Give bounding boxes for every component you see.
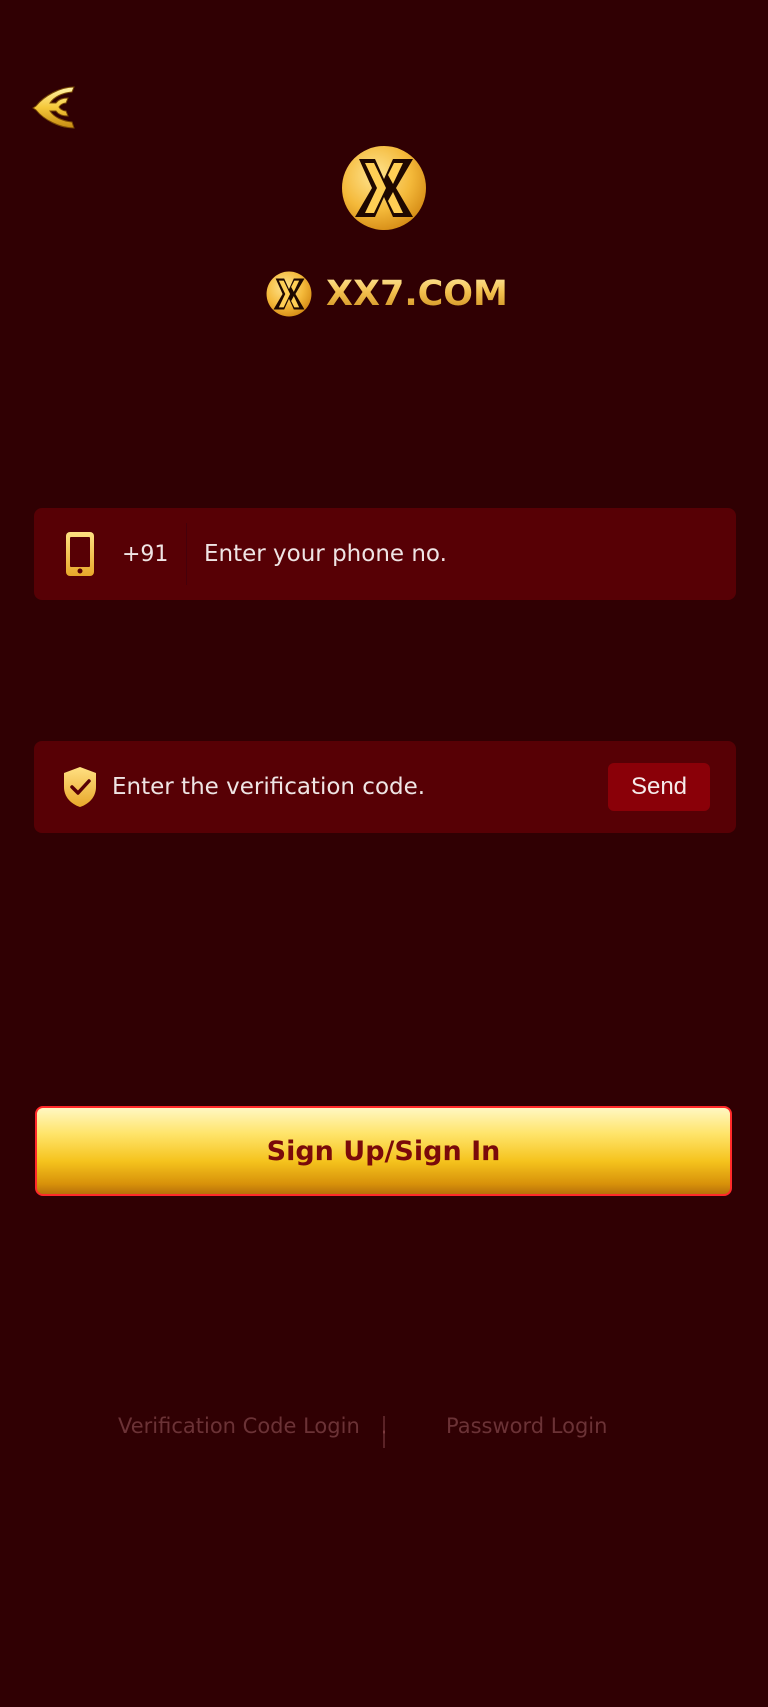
verification-code-field: Send xyxy=(34,741,736,833)
back-arrow-icon xyxy=(32,86,75,129)
back-button[interactable] xyxy=(30,84,82,130)
phone-icon xyxy=(62,530,98,578)
brand-small-logo-icon xyxy=(266,271,312,317)
send-code-button[interactable]: Send xyxy=(608,763,710,811)
login-options: Verification Code Login Password Login xyxy=(0,1408,768,1452)
shield-check-icon xyxy=(62,763,98,811)
password-login-link[interactable]: Password Login xyxy=(446,1414,607,1438)
phone-field: +91 xyxy=(34,508,736,600)
country-code[interactable]: +91 xyxy=(122,542,182,567)
phone-input[interactable] xyxy=(187,524,736,584)
brand-row: XX7.COM xyxy=(266,268,508,320)
sign-up-sign-in-button[interactable]: Sign Up/Sign In xyxy=(35,1106,732,1196)
brand-logo-icon xyxy=(342,146,426,230)
brand-name: XX7.COM xyxy=(326,274,508,314)
login-page: XX7.COM +91 Enter your phone no. Enter t… xyxy=(0,0,768,1707)
options-separator xyxy=(383,1416,385,1448)
verification-code-login-link[interactable]: Verification Code Login xyxy=(118,1414,360,1438)
